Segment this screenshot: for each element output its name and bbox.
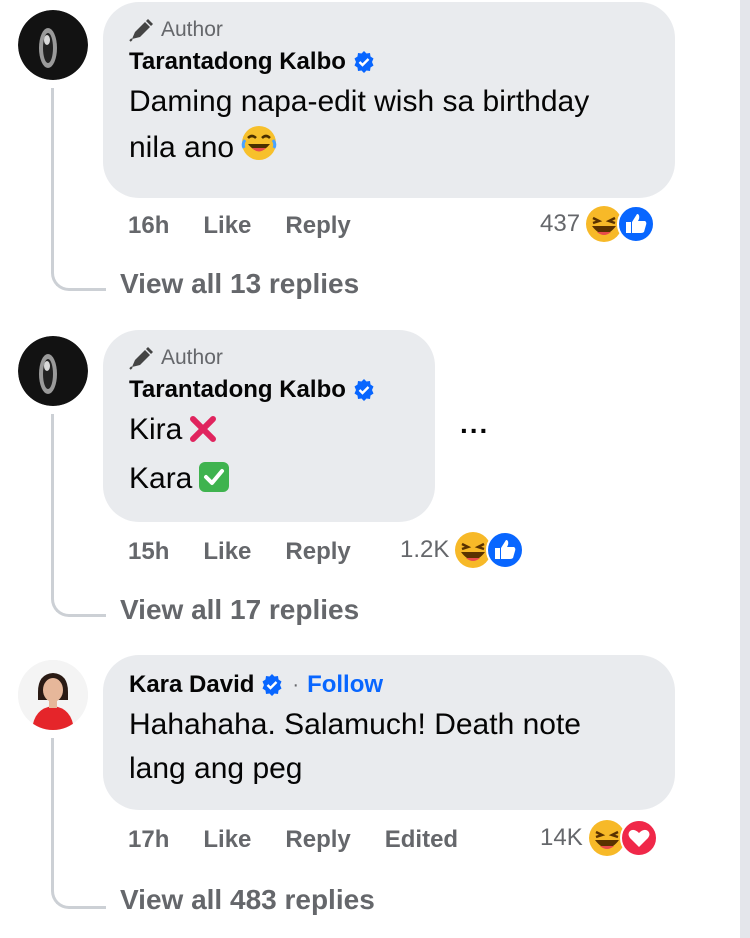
author-name[interactable]: Tarantadong Kalbo bbox=[129, 48, 346, 76]
follow-button[interactable]: Follow bbox=[307, 671, 383, 699]
reaction-summary[interactable]: 1.2K bbox=[400, 530, 525, 570]
view-replies-link[interactable]: View all 17 replies bbox=[120, 594, 359, 626]
comment-time[interactable]: 15h bbox=[128, 538, 169, 566]
pen-icon bbox=[129, 346, 155, 370]
verified-badge-icon bbox=[260, 673, 284, 697]
avatar[interactable] bbox=[18, 10, 88, 80]
author-badge: Author bbox=[129, 18, 649, 42]
verified-badge-icon bbox=[352, 50, 376, 74]
scrollbar-track[interactable] bbox=[740, 0, 750, 938]
comment-bubble: Author Tarantadong Kalbo Kira Kara bbox=[103, 330, 435, 522]
comment-text: Daming napa-edit wish sa birthday nila a… bbox=[129, 80, 649, 175]
reply-button[interactable]: Reply bbox=[285, 826, 350, 854]
comment-bubble: Author Tarantadong Kalbo Daming napa-edi… bbox=[103, 2, 675, 198]
reaction-summary[interactable]: 437 bbox=[540, 204, 656, 244]
like-icon bbox=[485, 530, 525, 570]
author-badge: Author bbox=[129, 346, 409, 370]
verified-badge-icon bbox=[352, 378, 376, 402]
reply-button[interactable]: Reply bbox=[285, 538, 350, 566]
more-options-button[interactable]: ... bbox=[460, 408, 489, 440]
love-icon bbox=[619, 818, 659, 858]
reply-button[interactable]: Reply bbox=[285, 212, 350, 240]
author-name[interactable]: Tarantadong Kalbo bbox=[129, 376, 346, 404]
pen-icon bbox=[129, 18, 155, 42]
like-button[interactable]: Like bbox=[203, 826, 251, 854]
laughing-emoji-icon bbox=[240, 124, 278, 175]
edited-label: Edited bbox=[384, 826, 459, 853]
avatar[interactable] bbox=[18, 336, 88, 406]
separator-dot: · bbox=[292, 673, 300, 696]
reply-connector-line bbox=[51, 414, 106, 617]
comment-bubble: Kara David · Follow Hahahaha. Salamuch! … bbox=[103, 655, 675, 810]
comment-text: Hahahaha. Salamuch! Death note lang ang … bbox=[129, 708, 581, 785]
view-replies-link[interactable]: View all 483 replies bbox=[120, 884, 375, 916]
comment-time[interactable]: 17h bbox=[128, 826, 169, 854]
author-name[interactable]: Kara David bbox=[129, 671, 254, 699]
reply-connector-line bbox=[51, 738, 106, 909]
view-replies-link[interactable]: View all 13 replies bbox=[120, 268, 359, 300]
avatar[interactable] bbox=[18, 660, 88, 730]
reply-connector-line bbox=[51, 88, 106, 291]
like-button[interactable]: Like bbox=[203, 538, 251, 566]
cross-mark-icon bbox=[188, 413, 218, 457]
comment-text: Kira Kara bbox=[129, 408, 409, 506]
reaction-summary[interactable]: 14K bbox=[540, 818, 659, 858]
like-icon bbox=[616, 204, 656, 244]
check-mark-icon bbox=[198, 461, 230, 506]
like-button[interactable]: Like bbox=[203, 212, 251, 240]
comment-time[interactable]: 16h bbox=[128, 212, 169, 240]
